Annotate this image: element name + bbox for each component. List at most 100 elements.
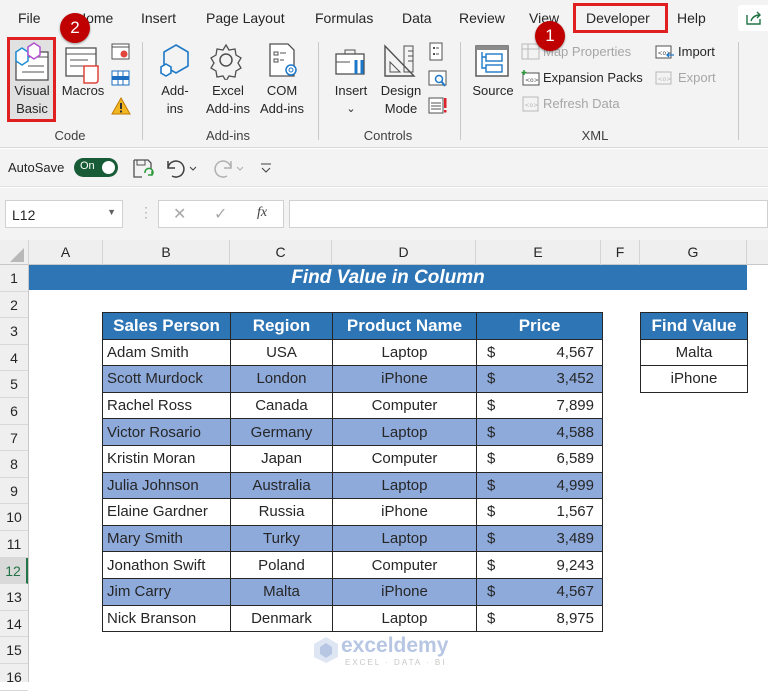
import-button[interactable]: Import (678, 43, 715, 61)
row-header[interactable]: 1 (0, 265, 28, 292)
cell-price[interactable]: $8,975 (476, 604, 603, 633)
row-header[interactable]: 12 (0, 557, 28, 585)
row-header[interactable]: 16 (0, 664, 28, 691)
com-add-ins-button[interactable] (266, 42, 302, 85)
row-header[interactable]: 4 (0, 345, 28, 372)
name-box[interactable]: L12 ▼ (5, 200, 123, 228)
column-header[interactable]: F (601, 240, 640, 265)
cell-sales-person[interactable]: Nick Branson (102, 604, 231, 633)
add-ins-label[interactable]: Add- ins (155, 82, 195, 118)
cell-product[interactable]: Laptop (332, 471, 477, 500)
customize-qat-button[interactable] (259, 160, 273, 181)
com-add-ins-label[interactable]: COM Add-ins (256, 82, 308, 118)
visual-basic-label[interactable]: Visual Basic (10, 82, 54, 118)
find-value-header[interactable]: Find Value (640, 312, 748, 340)
find-value-cell[interactable]: Malta (640, 338, 748, 367)
tab-file[interactable]: File (18, 10, 41, 26)
run-dialog-button[interactable] (428, 96, 448, 121)
row-header[interactable]: 15 (0, 637, 28, 664)
design-mode-button[interactable] (382, 42, 418, 85)
tab-review[interactable]: Review (459, 10, 505, 26)
cell-region[interactable]: Denmark (230, 604, 333, 633)
row-header[interactable]: 9 (0, 478, 28, 505)
cell-region[interactable]: Australia (230, 471, 333, 500)
cell-product[interactable]: Laptop (332, 418, 477, 446)
cell-product[interactable]: Laptop (332, 604, 477, 633)
view-code-button[interactable] (428, 69, 448, 94)
cell-price[interactable]: $4,588 (476, 418, 603, 446)
formula-bar-grip-icon[interactable]: ⋮ (139, 204, 153, 221)
row-header[interactable]: 3 (0, 318, 28, 345)
row-header[interactable]: 10 (0, 504, 28, 531)
column-header[interactable]: G (640, 240, 747, 265)
cell-region[interactable]: Malta (230, 577, 333, 606)
row-header[interactable]: 13 (0, 584, 28, 611)
tab-insert[interactable]: Insert (141, 10, 176, 26)
excel-add-ins-button[interactable] (208, 42, 244, 85)
cell-sales-person[interactable]: Kristin Moran (102, 444, 231, 473)
header-sales-person[interactable]: Sales Person (102, 312, 231, 340)
cell-sales-person[interactable]: Mary Smith (102, 524, 231, 553)
save-button[interactable] (132, 158, 154, 185)
cell-sales-person[interactable]: Jonathon Swift (102, 551, 231, 579)
design-mode-label[interactable]: Design Mode (378, 82, 424, 118)
tab-data[interactable]: Data (402, 10, 432, 26)
column-header[interactable]: C (230, 240, 332, 265)
record-macro-button[interactable] (110, 42, 132, 67)
macro-security-button[interactable] (110, 96, 132, 121)
cell-region[interactable]: USA (230, 338, 333, 367)
cell-region[interactable]: Poland (230, 551, 333, 579)
row-header[interactable]: 14 (0, 611, 28, 638)
row-header[interactable]: 6 (0, 398, 28, 425)
tab-page-layout[interactable]: Page Layout (206, 10, 285, 26)
cell-region[interactable]: Germany (230, 418, 333, 446)
cell-product[interactable]: Computer (332, 444, 477, 473)
undo-button[interactable] (164, 157, 200, 184)
row-header[interactable]: 8 (0, 451, 28, 478)
cell-price[interactable]: $1,567 (476, 498, 603, 526)
row-header[interactable]: 2 (0, 292, 28, 319)
cell-region[interactable]: Russia (230, 498, 333, 526)
source-button[interactable] (474, 42, 510, 85)
header-product-name[interactable]: Product Name (332, 312, 477, 340)
column-header[interactable]: A (29, 240, 103, 265)
properties-button[interactable] (428, 42, 446, 67)
select-all-button[interactable] (0, 240, 29, 265)
tab-developer[interactable]: Developer (586, 10, 650, 26)
cell-price[interactable]: $3,489 (476, 524, 603, 553)
export-button[interactable]: Export (678, 69, 716, 87)
cell-price[interactable]: $3,452 (476, 365, 603, 393)
refresh-data-button[interactable]: Refresh Data (543, 95, 620, 113)
formula-input[interactable] (289, 200, 768, 228)
expansion-packs-button[interactable]: Expansion Packs (543, 69, 643, 87)
cell-sales-person[interactable]: Rachel Ross (102, 391, 231, 420)
cell-region[interactable]: Canada (230, 391, 333, 420)
tab-help[interactable]: Help (677, 10, 706, 26)
cell-region[interactable]: Japan (230, 444, 333, 473)
cell-sales-person[interactable]: Scott Murdock (102, 365, 231, 393)
autosave-toggle[interactable]: On (74, 158, 118, 177)
cell-product[interactable]: Laptop (332, 524, 477, 553)
cell-price[interactable]: $6,589 (476, 444, 603, 473)
cell-product[interactable]: Computer (332, 391, 477, 420)
insert-control-button[interactable] (334, 46, 370, 85)
cell-product[interactable]: iPhone (332, 365, 477, 393)
cell-product[interactable]: Laptop (332, 338, 477, 367)
name-box-dropdown-icon[interactable]: ▼ (107, 207, 116, 217)
redo-button[interactable] (211, 157, 247, 184)
source-label[interactable]: Source (470, 82, 516, 100)
cell-sales-person[interactable]: Victor Rosario (102, 418, 231, 446)
cell-price[interactable]: $9,243 (476, 551, 603, 579)
cell-sales-person[interactable]: Adam Smith (102, 338, 231, 367)
cell-sales-person[interactable]: Jim Carry (102, 577, 231, 606)
cell-region[interactable]: London (230, 365, 333, 393)
cell-sales-person[interactable]: Elaine Gardner (102, 498, 231, 526)
tab-formulas[interactable]: Formulas (315, 10, 373, 26)
macros-label[interactable]: Macros (60, 82, 106, 100)
column-header[interactable]: B (103, 240, 230, 265)
insert-control-label[interactable]: Insert ⌄ (330, 82, 372, 118)
cell-sales-person[interactable]: Julia Johnson (102, 471, 231, 500)
cell-price[interactable]: $4,999 (476, 471, 603, 500)
add-ins-button[interactable] (158, 42, 194, 85)
share-button[interactable] (738, 5, 768, 31)
